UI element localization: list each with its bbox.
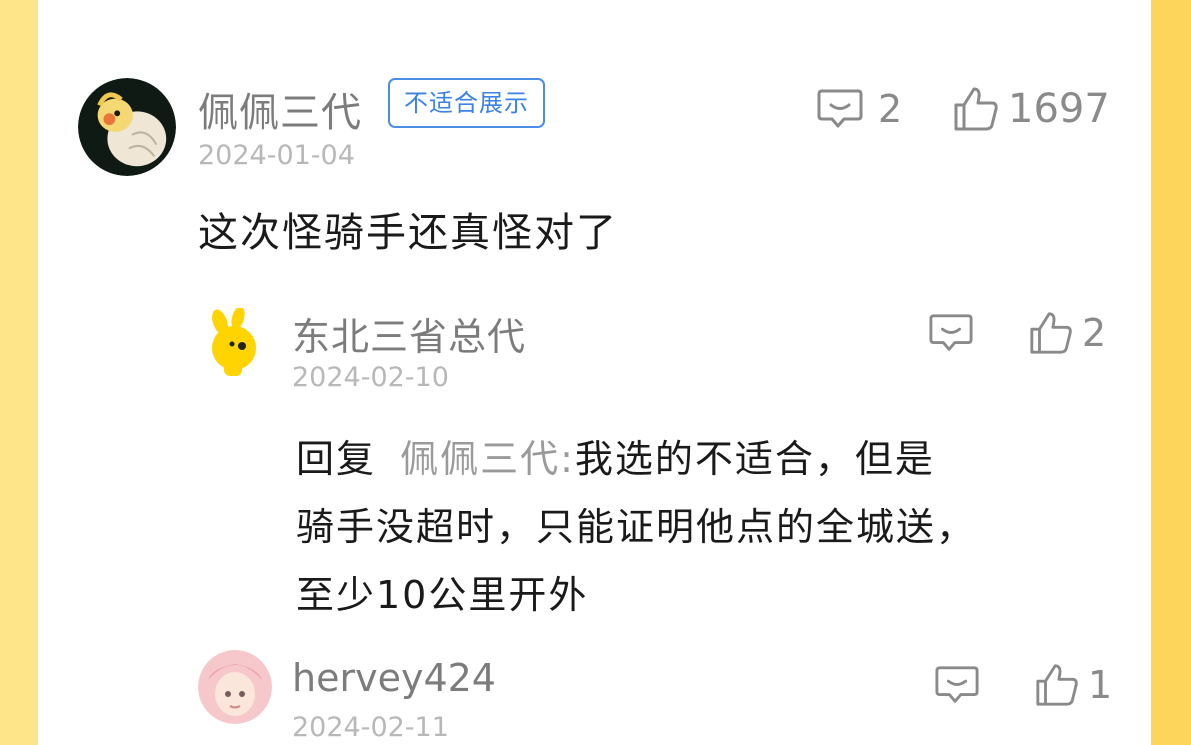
user-avatar[interactable] xyxy=(202,308,266,378)
yellow-rabbit-avatar-icon xyxy=(212,308,256,376)
comment-bubble-icon xyxy=(817,89,863,128)
reply-button[interactable] xyxy=(928,308,974,358)
like-count: 1697 xyxy=(1008,86,1110,132)
right-background-strip xyxy=(1151,0,1191,745)
main-comment: 佩佩三代 不适合展示 2024-01-04 2 1697 这次怪骑手还真怪对了 xyxy=(38,0,1151,270)
comment-date: 2024-02-11 xyxy=(292,712,449,743)
comment-panel: 佩佩三代 不适合展示 2024-01-04 2 1697 这次怪骑手还真怪对了 xyxy=(38,0,1151,745)
user-avatar[interactable] xyxy=(198,650,272,724)
username[interactable]: 东北三省总代 xyxy=(292,306,526,361)
comment-bubble-icon xyxy=(935,666,979,703)
reply-button[interactable]: 2 xyxy=(816,82,902,136)
comment-date: 2024-02-10 xyxy=(292,362,449,393)
reply-count: 2 xyxy=(878,87,903,131)
reply-button[interactable] xyxy=(934,660,980,710)
reply-comment: hervey424 2024-02-11 1 xyxy=(38,640,1151,745)
comment-date: 2024-01-04 xyxy=(198,140,355,171)
comment-bubble-icon xyxy=(929,314,973,351)
thumbs-up-icon xyxy=(954,87,998,131)
reply-label: 回复 xyxy=(296,437,377,481)
username[interactable]: 佩佩三代 xyxy=(198,80,362,138)
like-count: 2 xyxy=(1082,311,1107,355)
like-button[interactable]: 2 xyxy=(1028,308,1106,358)
anime-girl-avatar-icon xyxy=(198,650,272,724)
reply-comment: 东北三省总代 2024-02-10 2 回复 佩佩三代:我选的不适合，但是 骑手… xyxy=(38,290,1151,620)
like-button[interactable]: 1 xyxy=(1034,660,1112,710)
content-status-badge: 不适合展示 xyxy=(388,78,545,128)
comment-text: 这次怪骑手还真怪对了 xyxy=(198,210,618,256)
left-background-strip xyxy=(0,0,38,745)
bird-avatar-icon xyxy=(78,78,176,176)
reply-text-segment: 我选的不适合，但是 xyxy=(574,437,935,481)
like-count: 1 xyxy=(1088,663,1113,707)
like-button[interactable]: 1697 xyxy=(952,82,1110,136)
reply-text-line-1: 回复 佩佩三代:我选的不适合，但是 xyxy=(296,428,935,483)
user-avatar[interactable] xyxy=(78,78,176,176)
reply-text-line-3: 至少10公里开外 xyxy=(296,573,589,617)
thumbs-up-icon xyxy=(1036,664,1078,706)
username[interactable]: hervey424 xyxy=(292,656,496,700)
reply-text-line-2: 骑手没超时，只能证明他点的全城送， xyxy=(296,505,977,549)
reply-target-username[interactable]: 佩佩三代: xyxy=(400,437,575,481)
thumbs-up-icon xyxy=(1030,312,1072,354)
